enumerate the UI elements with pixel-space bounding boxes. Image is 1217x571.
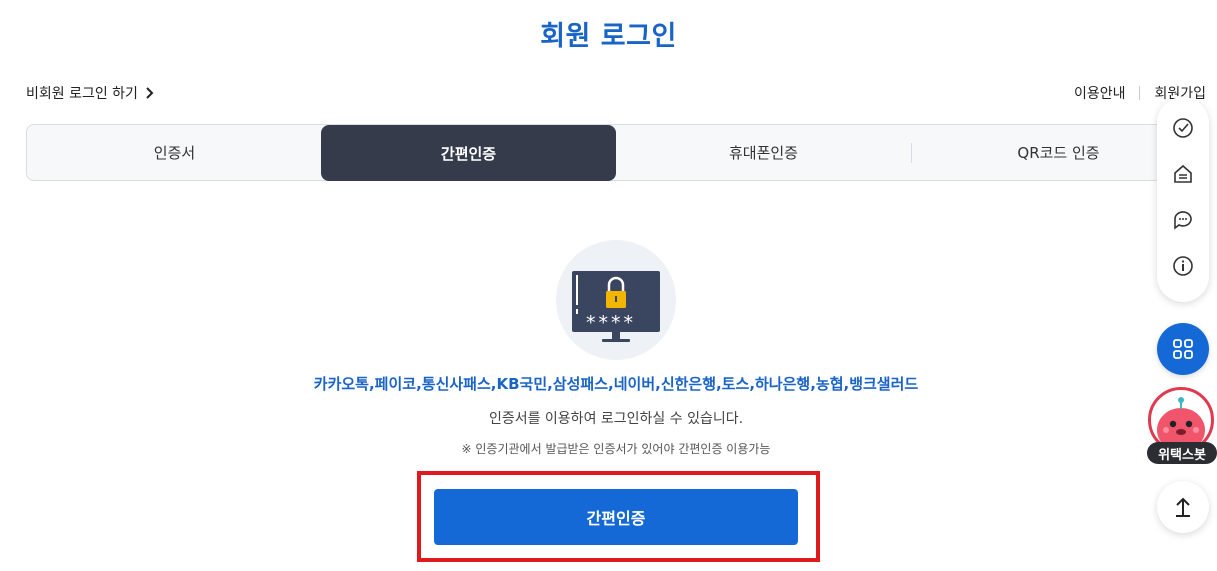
chat-icon[interactable] [1170,207,1196,233]
page-title: 회원 로그인 [540,21,677,52]
tab-simple-auth[interactable]: 간편인증 [321,125,616,181]
grid-menu-button[interactable] [1157,323,1209,375]
simple-auth-button[interactable]: 간편인증 [434,489,798,545]
description-text: 인증서를 이용하여 로그인하실 수 있습니다. [488,411,744,427]
quick-menu [1157,97,1209,302]
provider-list: 카카오톡,페이코,통신사패스,KB국민,삼성패스,네이버,신한은행,토스,하나은… [313,375,919,393]
nonmember-login-link[interactable]: 비회원 로그인 하기 [26,83,154,103]
note-text: ※ 인증기관에서 발급받은 인증서가 있어야 간편인증 이용가능 [461,442,771,456]
monitor-lock-illustration: **** [556,240,676,360]
chatbot-button[interactable]: 위택스봇 [1147,386,1217,468]
chatbot-label: 위택스봇 [1147,442,1217,464]
password-mask: **** [586,312,636,334]
divider [1139,86,1141,100]
check-speech-icon[interactable] [1170,115,1196,141]
chevron-right-icon [146,87,154,99]
tab-phone-auth[interactable]: 휴대폰인증 [616,125,911,180]
info-icon[interactable] [1170,253,1196,279]
chatbot-character-icon [1157,397,1205,450]
tab-certificate[interactable]: 인증서 [27,125,322,180]
inbox-icon[interactable] [1170,161,1196,187]
nonmember-login-label: 비회원 로그인 하기 [26,86,138,102]
guide-link[interactable]: 이용안내 [1074,83,1126,103]
scroll-top-button[interactable] [1157,481,1209,533]
monitor-lock-icon: **** [572,271,660,342]
auth-tabs: 인증서 간편인증 휴대폰인증 QR코드 인증 [26,124,1206,181]
grid-menu-icon [1173,339,1193,359]
arrow-up-icon [1176,497,1190,517]
